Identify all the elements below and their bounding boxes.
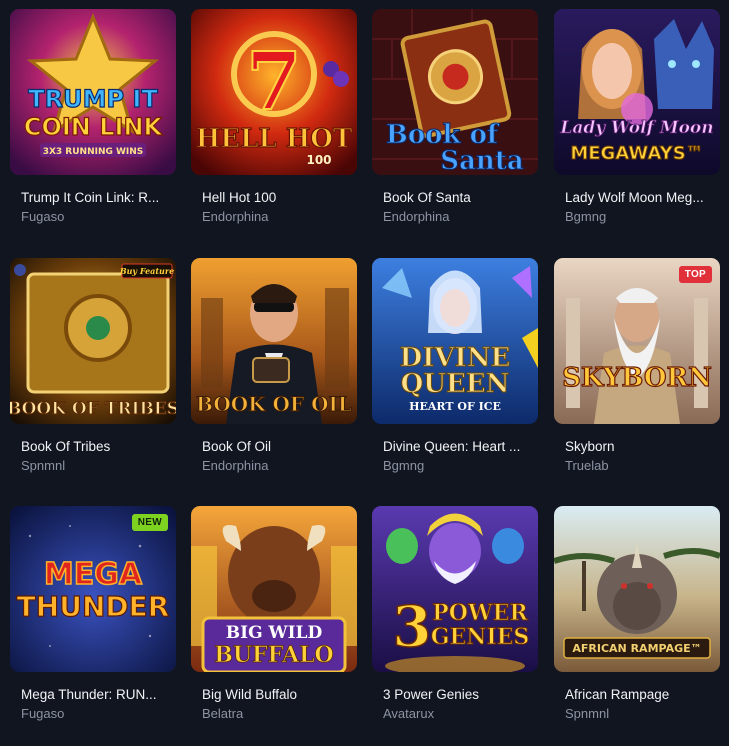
game-thumbnail[interactable]: AFRICAN RAMPAGE™ [554, 506, 720, 672]
game-artwork: Buy Feature BOOK OF TRIBES [10, 258, 176, 424]
game-artwork: AFRICAN RAMPAGE™ [554, 506, 720, 672]
game-thumbnail[interactable]: 3 POWER GENIES [372, 506, 538, 672]
game-provider: Avatarux [383, 706, 435, 721]
game-thumbnail[interactable]: Lady Wolf Moon MEGAWAYS™ [554, 9, 720, 175]
game-thumbnail[interactable]: BIG WILD BUFFALO [191, 506, 357, 672]
game-artwork: 7 HELL HOT 100 [191, 9, 357, 175]
game-provider: Fugaso [21, 706, 65, 721]
svg-text:GENIES: GENIES [431, 624, 530, 650]
game-title[interactable]: Trump It Coin Link: R... [21, 189, 171, 206]
game-title[interactable]: Divine Queen: Heart ... [383, 438, 533, 455]
game-card[interactable]: DIVINE QUEEN HEART OF ICE Divine Queen: … [372, 258, 538, 474]
svg-text:3: 3 [393, 594, 432, 660]
game-card[interactable]: BIG WILD BUFFALO Big Wild Buffalo Belatr… [191, 506, 357, 722]
svg-text:BUFFALO: BUFFALO [214, 642, 333, 668]
game-provider: Endorphina [383, 209, 450, 224]
game-provider: Bgmng [565, 209, 607, 224]
game-title[interactable]: Big Wild Buffalo [202, 686, 352, 703]
svg-text:MEGAWAYS™: MEGAWAYS™ [570, 143, 703, 164]
game-card[interactable]: Book of Santa Book Of Santa Endorphina [372, 9, 538, 225]
game-artwork: DIVINE QUEEN HEART OF ICE [372, 258, 538, 424]
svg-text:SKYBORN: SKYBORN [562, 363, 712, 393]
game-card[interactable]: 3 POWER GENIES 3 Power Genies Avatarux [372, 506, 538, 722]
svg-text:Santa: Santa [440, 146, 524, 175]
game-provider: Fugaso [21, 209, 65, 224]
game-provider: Belatra [202, 706, 244, 721]
game-title[interactable]: Book Of Santa [383, 189, 533, 206]
game-thumbnail[interactable]: Book of Santa [372, 9, 538, 175]
svg-text:BOOK OF OIL: BOOK OF OIL [196, 392, 352, 416]
game-title[interactable]: Skyborn [565, 438, 715, 455]
svg-text:MEGA: MEGA [44, 557, 143, 592]
game-title[interactable]: Lady Wolf Moon Meg... [565, 189, 715, 206]
new-badge: NEW [131, 514, 168, 531]
game-provider: Spnmnl [565, 706, 610, 721]
game-artwork: 3 POWER GENIES [372, 506, 538, 672]
game-card[interactable]: Lady Wolf Moon MEGAWAYS™ Lady Wolf Moon … [554, 9, 720, 225]
game-thumbnail[interactable]: MEGA THUNDER NEW [10, 506, 176, 672]
game-grid: TRUMP IT COIN LINK 3X3 RUNNING WINS Trum… [0, 0, 729, 746]
game-thumbnail[interactable]: BOOK OF OIL [191, 258, 357, 424]
game-artwork: Lady Wolf Moon MEGAWAYS™ [554, 9, 720, 175]
game-artwork: BIG WILD BUFFALO [191, 506, 357, 672]
game-thumbnail[interactable]: TRUMP IT COIN LINK 3X3 RUNNING WINS [10, 9, 176, 175]
game-title[interactable]: Hell Hot 100 [202, 189, 352, 206]
svg-text:THUNDER: THUNDER [17, 590, 170, 623]
game-thumbnail[interactable]: 7 HELL HOT 100 [191, 9, 357, 175]
game-provider: Endorphina [202, 458, 269, 473]
svg-text:TRUMP IT: TRUMP IT [28, 85, 158, 113]
svg-text:HELL HOT: HELL HOT [196, 124, 353, 154]
game-card[interactable]: BOOK OF OIL Book Of Oil Endorphina [191, 258, 357, 474]
svg-text:COIN LINK: COIN LINK [24, 113, 164, 141]
svg-text:AFRICAN RAMPAGE™: AFRICAN RAMPAGE™ [572, 642, 701, 655]
svg-text:Lady Wolf Moon: Lady Wolf Moon [559, 118, 713, 138]
game-provider: Endorphina [202, 209, 269, 224]
game-thumbnail[interactable]: Buy Feature BOOK OF TRIBES [10, 258, 176, 424]
game-card[interactable]: Buy Feature BOOK OF TRIBES Book Of Tribe… [10, 258, 176, 474]
svg-text:QUEEN: QUEEN [401, 369, 510, 399]
svg-text:3X3 RUNNING WINS: 3X3 RUNNING WINS [43, 147, 144, 157]
game-thumbnail[interactable]: DIVINE QUEEN HEART OF ICE [372, 258, 538, 424]
game-provider: Truelab [565, 458, 609, 473]
game-artwork: TRUMP IT COIN LINK 3X3 RUNNING WINS [10, 9, 176, 175]
game-artwork: Book of Santa [372, 9, 538, 175]
top-badge: TOP [678, 266, 712, 283]
svg-text:BOOK OF TRIBES: BOOK OF TRIBES [10, 399, 176, 419]
game-title[interactable]: Book Of Tribes [21, 438, 171, 455]
game-title[interactable]: African Rampage [565, 686, 715, 703]
game-title[interactable]: Mega Thunder: RUN... [21, 686, 171, 703]
game-provider: Spnmnl [21, 458, 66, 473]
game-thumbnail[interactable]: SKYBORN TOP [554, 258, 720, 424]
game-title[interactable]: Book Of Oil [202, 438, 352, 455]
svg-text:HEART OF ICE: HEART OF ICE [409, 400, 501, 413]
game-artwork: BOOK OF OIL [191, 258, 357, 424]
svg-text:100: 100 [306, 153, 331, 167]
game-title[interactable]: 3 Power Genies [383, 686, 533, 703]
game-card[interactable]: SKYBORN TOP Skyborn Truelab [554, 258, 720, 474]
game-card[interactable]: 7 HELL HOT 100 Hell Hot 100 Endorphina [191, 9, 357, 225]
svg-text:7: 7 [246, 34, 302, 128]
svg-text:Buy Feature: Buy Feature [119, 266, 174, 276]
game-card[interactable]: TRUMP IT COIN LINK 3X3 RUNNING WINS Trum… [10, 9, 176, 225]
game-provider: Bgmng [383, 458, 425, 473]
svg-text:POWER: POWER [432, 600, 528, 626]
game-card[interactable]: AFRICAN RAMPAGE™ African Rampage Spnmnl [554, 506, 720, 722]
game-card[interactable]: MEGA THUNDER NEW Mega Thunder: RUN... Fu… [10, 506, 176, 722]
svg-text:BIG WILD: BIG WILD [226, 623, 323, 643]
